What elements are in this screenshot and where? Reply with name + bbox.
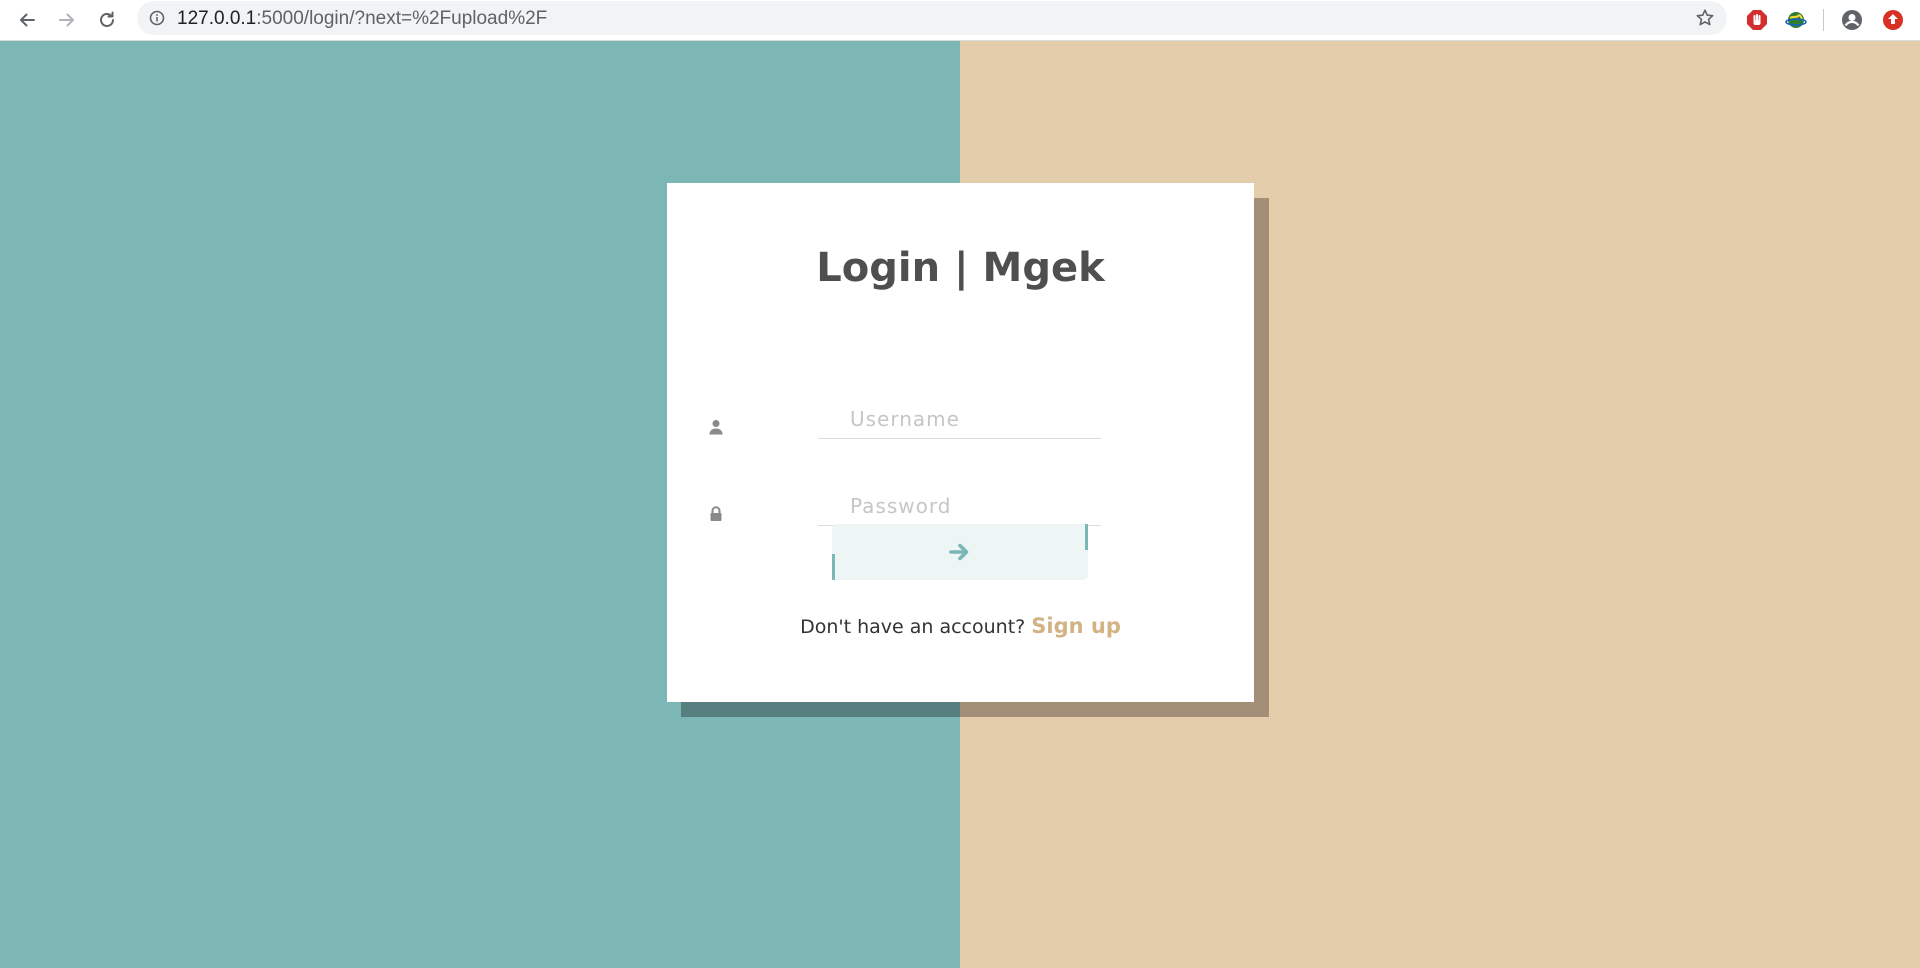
profile-button[interactable] bbox=[1839, 7, 1865, 33]
reload-button[interactable] bbox=[92, 5, 122, 35]
arrow-right-icon bbox=[949, 543, 969, 561]
lock-icon bbox=[710, 506, 722, 521]
stop-hand-icon bbox=[1747, 10, 1767, 30]
globe-extension-button[interactable] bbox=[1783, 7, 1809, 33]
update-arrow-icon bbox=[1883, 10, 1903, 30]
globe-icon bbox=[1785, 12, 1807, 28]
arrow-left-icon bbox=[20, 13, 35, 27]
browser-toolbar: 127.0.0.1:5000/login/?next=%2Fupload%2F bbox=[0, 0, 1920, 41]
password-input[interactable] bbox=[818, 486, 1101, 526]
page-title: Login | Mgek bbox=[816, 245, 1105, 291]
url-host: 127.0.0.1 bbox=[177, 8, 257, 29]
login-page: Login | Mgek Don't have an account? Sign… bbox=[0, 41, 1920, 968]
login-card: Login | Mgek Don't have an account? Sign… bbox=[667, 183, 1254, 702]
adblock-extension-button[interactable] bbox=[1744, 7, 1770, 33]
url-text[interactable]: 127.0.0.1:5000/login/?next=%2Fupload%2F bbox=[177, 8, 547, 30]
forward-button[interactable] bbox=[52, 5, 82, 35]
reload-icon bbox=[100, 11, 114, 27]
button-accent-bottom-left bbox=[832, 554, 835, 580]
address-bar[interactable]: 127.0.0.1:5000/login/?next=%2Fupload%2F bbox=[137, 1, 1727, 35]
signup-prompt: Don't have an account? Sign up bbox=[667, 614, 1254, 638]
url-path: :5000/login/?next=%2Fupload%2F bbox=[256, 8, 548, 29]
back-button[interactable] bbox=[12, 5, 42, 35]
signup-link[interactable]: Sign up bbox=[1031, 614, 1121, 638]
update-button[interactable] bbox=[1880, 7, 1906, 33]
account-circle-icon bbox=[1842, 10, 1862, 30]
no-account-text: Don't have an account? bbox=[800, 616, 1026, 638]
info-circle-icon[interactable] bbox=[149, 10, 165, 26]
login-submit-button[interactable] bbox=[832, 524, 1088, 580]
button-accent-top-right bbox=[1085, 524, 1088, 550]
username-input[interactable] bbox=[818, 399, 1101, 439]
user-icon bbox=[709, 420, 723, 435]
toolbar-separator bbox=[1823, 9, 1824, 31]
arrow-right-icon bbox=[59, 13, 74, 27]
star-icon[interactable] bbox=[1695, 8, 1715, 28]
